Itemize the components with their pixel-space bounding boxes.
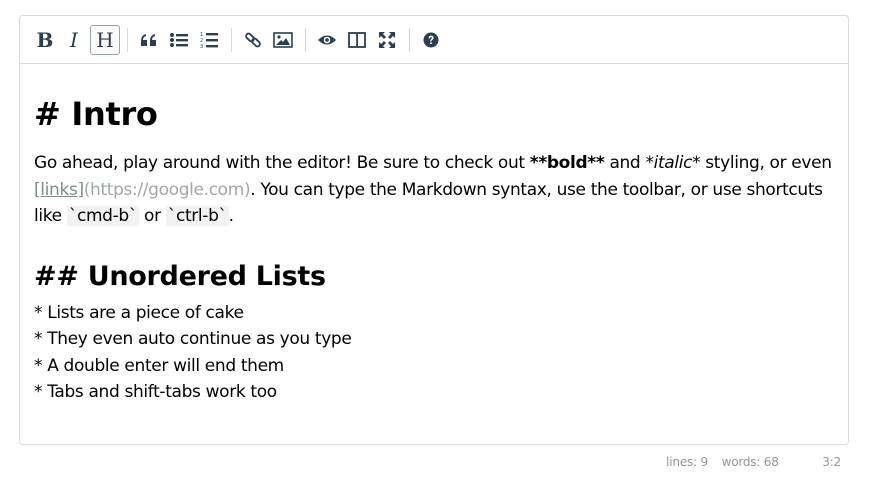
image-button[interactable]: [268, 25, 298, 55]
bold-icon: B: [36, 28, 54, 52]
link-icon: [245, 32, 261, 48]
paragraph-text: styling, or even: [700, 153, 832, 173]
heading-icon: H: [96, 28, 114, 52]
side-by-side-button[interactable]: [342, 25, 372, 55]
list-item: * They even auto continue as you type: [34, 329, 352, 350]
paragraph-text: .: [228, 206, 234, 226]
paragraph-text: Go ahead, play around with the editor! B…: [34, 153, 530, 173]
paragraph-text: and: [604, 153, 646, 173]
guide-button[interactable]: [416, 25, 446, 55]
expand-icon: [379, 32, 395, 48]
editor-statusbar: lines: 9 words: 68 3:2: [666, 455, 841, 469]
link-markup-text[interactable]: [links]: [34, 180, 84, 200]
italic-icon: I: [70, 28, 78, 52]
columns-icon: [348, 32, 366, 48]
heading-unordered-lists: ## Unordered Lists: [34, 261, 326, 292]
bold-button[interactable]: B: [30, 25, 60, 55]
image-icon: [273, 32, 293, 48]
editor-toolbar: B I H 1 2 3: [20, 16, 848, 64]
list-item: * A double enter will end them: [34, 355, 284, 376]
toolbar-separator: [409, 28, 411, 52]
word-count: words: 68: [721, 455, 779, 469]
eye-icon: [318, 35, 336, 45]
toolbar-separator: [231, 28, 233, 52]
paragraph-text: like: [34, 206, 67, 226]
ordered-list-icon: 1 2 3: [200, 32, 218, 49]
bold-markup: **bold**: [529, 153, 605, 173]
question-circle-icon: [423, 32, 439, 48]
fullscreen-button[interactable]: [372, 25, 402, 55]
quote-button[interactable]: [134, 25, 164, 55]
list-item: * Tabs and shift-tabs work too: [34, 381, 277, 402]
quote-icon: [141, 34, 156, 46]
heading-button[interactable]: H: [90, 25, 120, 55]
toolbar-separator: [305, 28, 307, 52]
paragraph-line: Go ahead, play around with the editor! B…: [34, 150, 834, 177]
ordered-list-button[interactable]: 1 2 3: [194, 25, 224, 55]
intro-paragraph: Go ahead, play around with the editor! B…: [34, 150, 834, 230]
preview-button[interactable]: [312, 25, 342, 55]
markdown-list: * Lists are a piece of cake * They even …: [34, 300, 352, 405]
italic-button[interactable]: I: [59, 25, 89, 55]
markdown-editor: B I H 1 2 3 # Intro Go ahead, play aroun…: [19, 15, 849, 445]
paragraph-text: . You can type the Markdown syntax, use …: [250, 179, 823, 200]
paragraph-line: like `cmd-b` or `ctrl-b`.: [34, 203, 834, 230]
inline-code: `cmd-b`: [66, 206, 139, 226]
unordered-list-icon: [170, 33, 188, 47]
paragraph-text: or: [139, 206, 166, 226]
cursor-position: 3:2: [822, 455, 841, 469]
toolbar-separator: [127, 28, 129, 52]
italic-markup: *italic*: [645, 153, 701, 173]
unordered-list-button[interactable]: [164, 25, 194, 55]
svg-text:3: 3: [200, 44, 203, 49]
inline-code: `ctrl-b`: [165, 206, 229, 226]
heading-intro: # Intro: [34, 95, 158, 133]
paragraph-line: [links](https://google.com). You can typ…: [34, 177, 834, 204]
list-item: * Lists are a piece of cake: [34, 303, 244, 323]
line-count: lines: 9: [666, 455, 708, 469]
link-button[interactable]: [238, 25, 268, 55]
link-markup-url: (https://google.com): [83, 179, 251, 200]
